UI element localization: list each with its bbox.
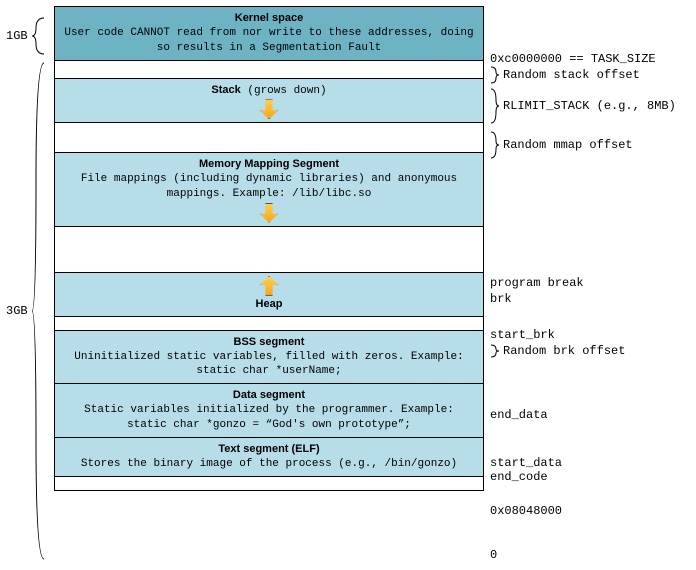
gap-mmap-offset [55, 123, 483, 153]
rand-mmap-label: Random mmap offset [490, 131, 633, 159]
gap-brk-offset [55, 317, 483, 331]
rand-brk-label: Random brk offset [490, 344, 625, 358]
brace-icon [30, 16, 46, 56]
end-data-label: end_data [490, 408, 548, 422]
rlimit-label: RLIMIT_STACK (e.g., 8MB) [490, 88, 676, 124]
program-break-label: program break [490, 276, 584, 290]
heap-title: Heap [63, 297, 475, 312]
arrow-down-icon [260, 203, 278, 223]
mmap-title: Memory Mapping Segment [63, 157, 475, 172]
memory-layout-diagram: 1GB 3GB Kernel space User code CANNOT re… [6, 6, 690, 491]
gap-bottom [55, 477, 483, 491]
data-title: Data segment [63, 388, 475, 403]
arrow-down-row [63, 202, 475, 224]
zero-label: 0 [490, 548, 497, 562]
brace-icon [490, 88, 500, 124]
brace-icon [490, 344, 500, 358]
kernel-desc: User code CANNOT read from nor write to … [63, 26, 475, 56]
kernel-title: Kernel space [63, 11, 475, 26]
arrow-up-row [63, 275, 475, 297]
brace-icon [30, 61, 46, 561]
kernel-size-text: 1GB [6, 29, 28, 43]
start-data-label: start_data [490, 456, 562, 470]
gap-stack-offset [55, 61, 483, 79]
text-base-label: 0x08048000 [490, 504, 562, 518]
start-brk-label: start_brk [490, 328, 555, 342]
stack-segment: Stack (grows down) [55, 79, 483, 124]
arrow-up-icon [260, 276, 278, 296]
arrow-down-row [63, 98, 475, 120]
data-desc: Static variables initialized by the prog… [63, 403, 475, 433]
user-size-label: 3GB [6, 61, 46, 561]
mmap-segment: Memory Mapping Segment File mappings (in… [55, 153, 483, 227]
heap-segment: Heap [55, 273, 483, 317]
data-segment: Data segment Static variables initialize… [55, 384, 483, 438]
kernel-size-label: 1GB [6, 16, 46, 56]
user-size-text: 3GB [6, 304, 28, 318]
text-segment: Text segment (ELF) Stores the binary ima… [55, 438, 483, 477]
gap-heap [55, 227, 483, 273]
end-code-label: end_code [490, 470, 548, 484]
bss-desc: Uninitialized static variables, filled w… [63, 350, 475, 380]
task-size-label: 0xc0000000 == TASK_SIZE [490, 52, 656, 66]
kernel-segment: Kernel space User code CANNOT read from … [55, 7, 483, 61]
left-size-labels: 1GB 3GB [6, 6, 54, 491]
text-title: Text segment (ELF) [63, 442, 475, 457]
right-annotations: 0xc0000000 == TASK_SIZE Random stack off… [484, 6, 690, 491]
mmap-desc: File mappings (including dynamic librari… [63, 172, 475, 202]
rand-stack-label: Random stack offset [490, 66, 640, 84]
brk-label: brk [490, 292, 512, 306]
bss-title: BSS segment [63, 335, 475, 350]
brace-icon [490, 131, 500, 159]
arrow-down-icon [260, 99, 278, 119]
text-desc: Stores the binary image of the process (… [63, 457, 475, 472]
memory-column: Kernel space User code CANNOT read from … [54, 6, 484, 491]
stack-suffix: (grows down) [241, 85, 327, 97]
stack-title: Stack [211, 84, 240, 96]
bss-segment: BSS segment Uninitialized static variabl… [55, 331, 483, 385]
brace-icon [490, 66, 500, 84]
